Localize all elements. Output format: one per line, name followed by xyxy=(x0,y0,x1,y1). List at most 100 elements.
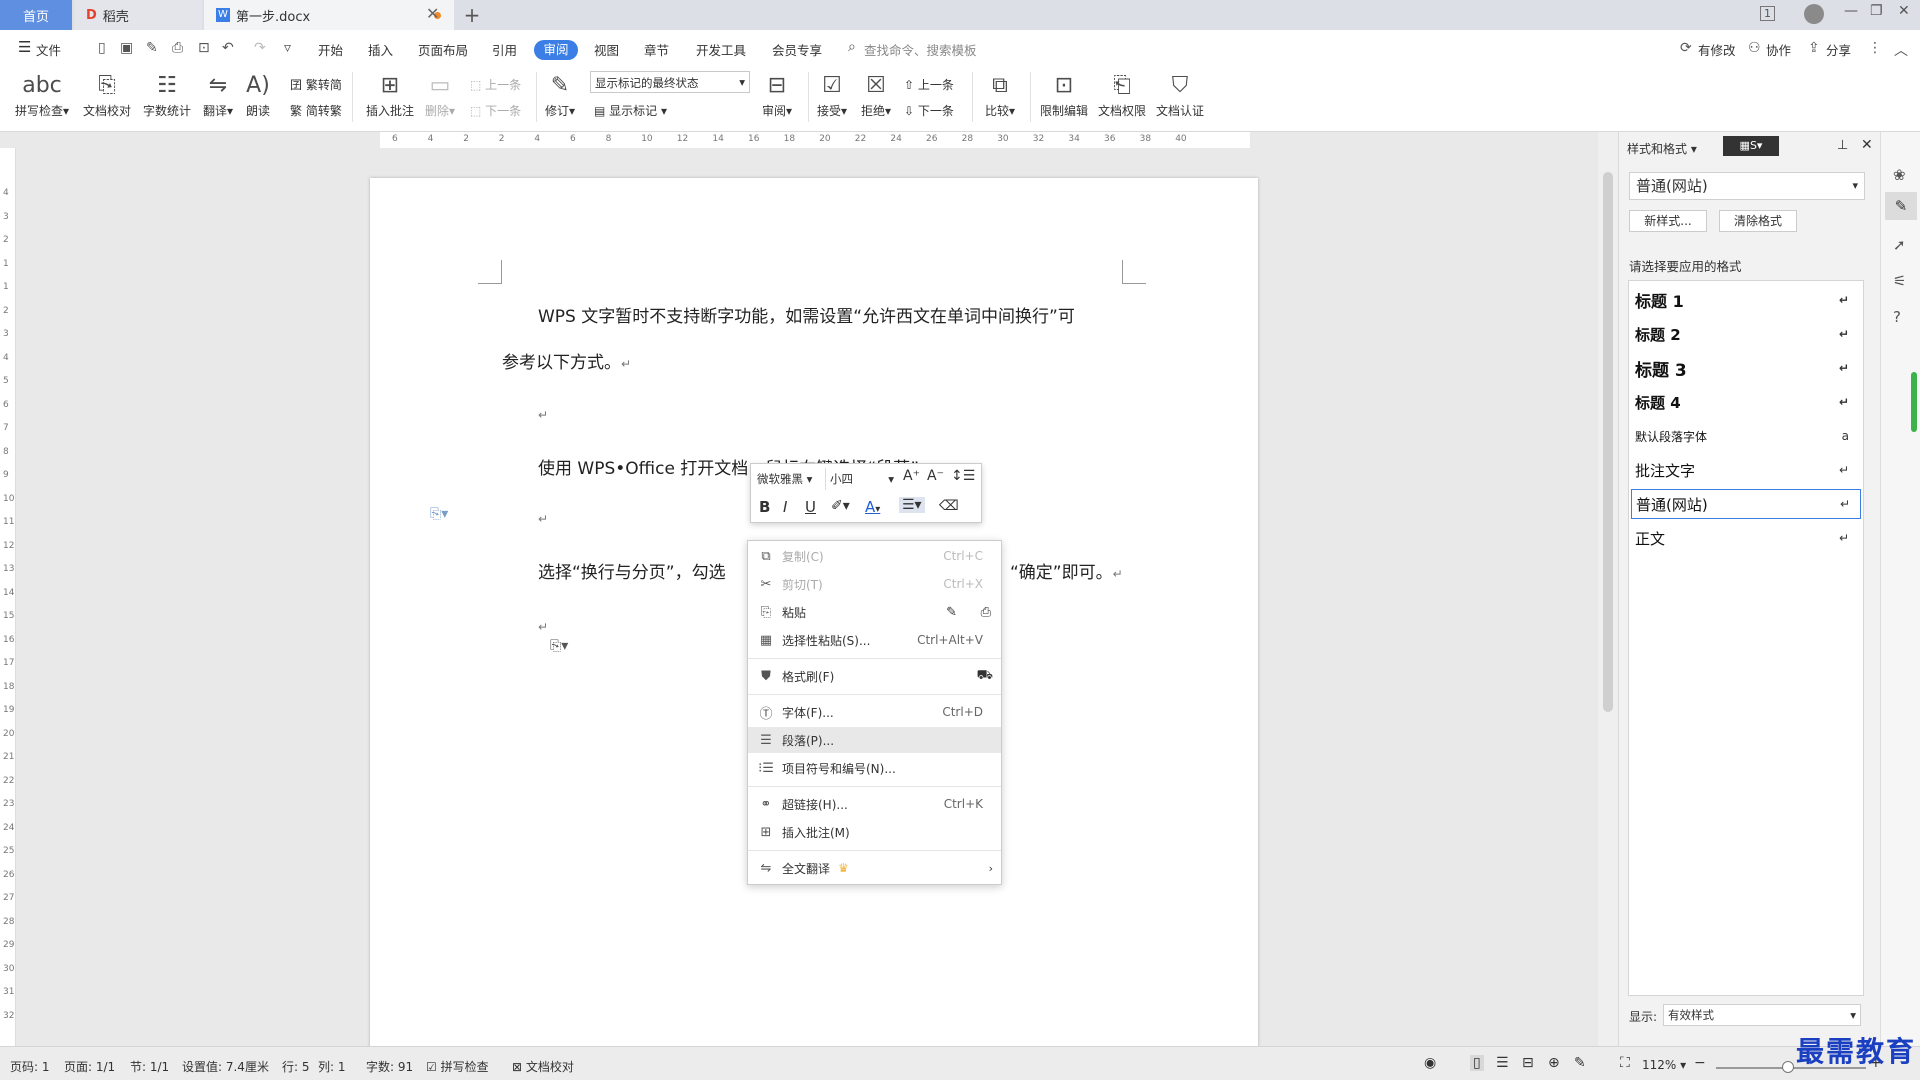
current-style-select[interactable]: 普通(网站) ▾ xyxy=(1629,172,1865,200)
read-aloud-button[interactable]: A) 朗读 xyxy=(240,70,276,119)
shrink-font-icon[interactable]: A⁻ xyxy=(927,468,944,484)
ctx-paste-special[interactable]: ▦ 选择性粘贴(S)... Ctrl+Alt+V xyxy=(748,627,1001,653)
italic-icon[interactable]: I xyxy=(783,498,787,516)
select-icon[interactable]: ➚ xyxy=(1893,236,1906,254)
insert-comment-button[interactable]: ⊞ 插入批注 xyxy=(362,70,418,119)
style-heading-3[interactable]: 标题 3 ↵ xyxy=(1635,353,1859,383)
zoom-slider-thumb[interactable] xyxy=(1782,1061,1794,1073)
translate-button[interactable]: ⇋ 翻译▾ xyxy=(198,70,238,119)
menu-references[interactable]: 引用 xyxy=(492,40,517,59)
align-icon[interactable]: ☰▾ xyxy=(899,497,925,513)
eraser-icon[interactable]: ⌫ xyxy=(939,498,959,514)
kebab-icon[interactable]: ⋮ xyxy=(1868,40,1882,56)
theme-icon[interactable]: ❀ xyxy=(1893,166,1906,184)
format-painter-icon[interactable]: ✎ xyxy=(146,40,158,56)
style-default-font[interactable]: 默认段落字体 a xyxy=(1635,421,1859,451)
paste-keep-format-icon[interactable]: ✎ xyxy=(946,605,957,620)
vertical-scrollbar[interactable] xyxy=(1598,132,1618,1046)
save-icon[interactable]: ▣ xyxy=(120,40,133,56)
minimize-icon[interactable]: — xyxy=(1844,3,1858,19)
fit-page-icon[interactable]: ⛶ xyxy=(1620,1055,1630,1071)
ctx-copy[interactable]: ⧉ 复制(C) Ctrl+C xyxy=(748,543,1001,569)
reject-button[interactable]: ☒ 拒绝▾ xyxy=(856,70,896,119)
vertical-ruler[interactable]: 4 3 2 1 1 2 3 4 5 6 7 8 9 10 11 12 13 14 15 16 17 18 19 20 21 22 2… xyxy=(0,148,16,1048)
undo-icon[interactable]: ↶ xyxy=(222,40,234,56)
collapse-ribbon-icon[interactable]: ︿ xyxy=(1894,40,1908,60)
revise-button[interactable]: ✎ 修订▾ xyxy=(540,70,580,119)
clear-format-button[interactable]: 清除格式 xyxy=(1719,210,1797,232)
doc-paragraph-3[interactable]: 选择“换行与分页”，勾选 xyxy=(538,558,726,583)
show-markup-button[interactable]: ▤ 显示标记 ▾ xyxy=(594,102,667,119)
word-count-button[interactable]: ☷ 字数统计 xyxy=(140,70,194,119)
trad-to-simp-button[interactable]: 囝 繁转简 xyxy=(290,76,342,93)
empty-paragraph[interactable]: ↵ xyxy=(538,620,548,634)
doc-paragraph-1[interactable]: WPS 文字暂时不支持断字功能，如需设置“允许西文在单词中间换行”可 xyxy=(538,302,1075,327)
ctx-format-painter[interactable]: ⛊ 格式刷(F) ⛟ xyxy=(748,663,1001,689)
menu-developer[interactable]: 开发工具 xyxy=(696,40,746,59)
doc-paragraph-1-cont[interactable]: 参考以下方式。↵ xyxy=(502,348,631,373)
ctx-cut[interactable]: ✂ 剪切(T) Ctrl+X xyxy=(748,571,1001,597)
read-view-icon[interactable]: ⊟ xyxy=(1522,1055,1534,1071)
status-col[interactable]: 列: 1 xyxy=(318,1058,346,1075)
pin-icon[interactable]: ⊥ xyxy=(1837,138,1848,153)
command-search[interactable]: 查找命令、搜索模板 xyxy=(864,40,977,59)
status-section[interactable]: 节: 1/1 xyxy=(130,1058,169,1075)
style-heading-2[interactable]: 标题 2 ↵ xyxy=(1635,319,1859,349)
menu-chapter[interactable]: 章节 xyxy=(644,40,669,59)
show-filter-select[interactable]: 有效样式 ▾ xyxy=(1663,1004,1861,1026)
status-words[interactable]: 字数: 91 xyxy=(366,1058,413,1075)
more-icon[interactable]: ▿ xyxy=(284,40,291,56)
status-setting[interactable]: 设置值: 7.4厘米 xyxy=(182,1058,269,1075)
empty-paragraph[interactable]: ↵ xyxy=(538,408,548,422)
doc-check-button[interactable]: ⎘ 文档校对 xyxy=(80,70,134,119)
style-heading-4[interactable]: 标题 4 ↵ xyxy=(1635,387,1859,417)
style-normal-web[interactable]: 普通(网站) ↵ xyxy=(1631,489,1861,519)
font-color-icon[interactable]: A▾ xyxy=(865,498,880,516)
status-proof[interactable]: ⊠ 文档校对 xyxy=(512,1058,574,1075)
menu-insert[interactable]: 插入 xyxy=(368,40,393,59)
search-icon[interactable]: ⌕ xyxy=(848,39,856,55)
tab-daoke[interactable]: D 稻壳 xyxy=(74,0,202,30)
font-select[interactable]: 微软雅黑 ▾ xyxy=(755,468,823,490)
scroll-thumb[interactable] xyxy=(1603,172,1613,712)
doc-paragraph-3-end[interactable]: “确定”即可。↵ xyxy=(1010,558,1123,583)
next-comment-button[interactable]: ⬚ 下一条 xyxy=(470,102,521,119)
style-heading-1[interactable]: 标题 1 ↵ xyxy=(1635,285,1859,315)
status-pages[interactable]: 页面: 1/1 xyxy=(64,1058,115,1075)
share-button[interactable]: 分享 xyxy=(1826,40,1851,59)
font-size-select[interactable]: 小四 ▾ xyxy=(825,468,897,490)
bold-icon[interactable]: B xyxy=(759,498,770,516)
collab-icon[interactable]: ⚇ xyxy=(1748,40,1761,56)
menu-review[interactable]: 审阅 xyxy=(534,40,578,60)
preview-icon[interactable]: ⊡ xyxy=(198,40,210,56)
format-painter-lock-icon[interactable]: ⛟ xyxy=(977,668,993,685)
collab-button[interactable]: 协作 xyxy=(1766,40,1791,59)
status-row[interactable]: 行: 5 xyxy=(282,1058,310,1075)
simp-to-trad-button[interactable]: 繁 简转繁 xyxy=(290,102,342,119)
ctx-hyperlink[interactable]: ⚭ 超链接(H)... Ctrl+K xyxy=(748,791,1001,817)
settings-sliders-icon[interactable]: ⚟ xyxy=(1893,272,1906,290)
grow-font-icon[interactable]: A⁺ xyxy=(903,468,920,484)
style-body[interactable]: 正文 ↵ xyxy=(1635,523,1859,553)
share-icon[interactable]: ⇪ xyxy=(1808,40,1820,56)
panel-close-icon[interactable]: ✕ xyxy=(1861,137,1873,153)
ctx-font[interactable]: Ⓣ 字体(F)... Ctrl+D xyxy=(748,699,1001,725)
accept-button[interactable]: ☑ 接受▾ xyxy=(812,70,852,119)
menu-start[interactable]: 开始 xyxy=(318,40,343,59)
side-scroll-thumb[interactable] xyxy=(1911,372,1917,432)
ctx-translate[interactable]: ⇋ 全文翻译 ♛ › xyxy=(748,855,1001,881)
status-page-code[interactable]: 页码: 1 xyxy=(10,1058,50,1075)
prev-change-button[interactable]: ⇧ 上一条 xyxy=(904,76,954,93)
prev-comment-button[interactable]: ⬚ 上一条 xyxy=(470,76,521,93)
spell-check-button[interactable]: abc 拼写检查▾ xyxy=(12,70,72,119)
avatar[interactable] xyxy=(1804,4,1824,24)
markup-state-select[interactable]: 显示标记的最终状态 ▾ xyxy=(590,71,750,93)
close-icon[interactable]: ✕ xyxy=(1898,3,1910,19)
doc-permission-button[interactable]: ⎗ 文档权限 xyxy=(1094,70,1150,119)
review-pane-button[interactable]: ⊟ 审阅▾ xyxy=(754,70,800,119)
new-style-button[interactable]: 新样式... xyxy=(1629,210,1707,232)
zoom-out-icon[interactable]: − xyxy=(1694,1055,1706,1071)
underline-icon[interactable]: U xyxy=(805,498,816,516)
delete-comment-button[interactable]: ▭ 删除▾ xyxy=(420,70,460,119)
changes-button[interactable]: 有修改 xyxy=(1698,40,1736,59)
